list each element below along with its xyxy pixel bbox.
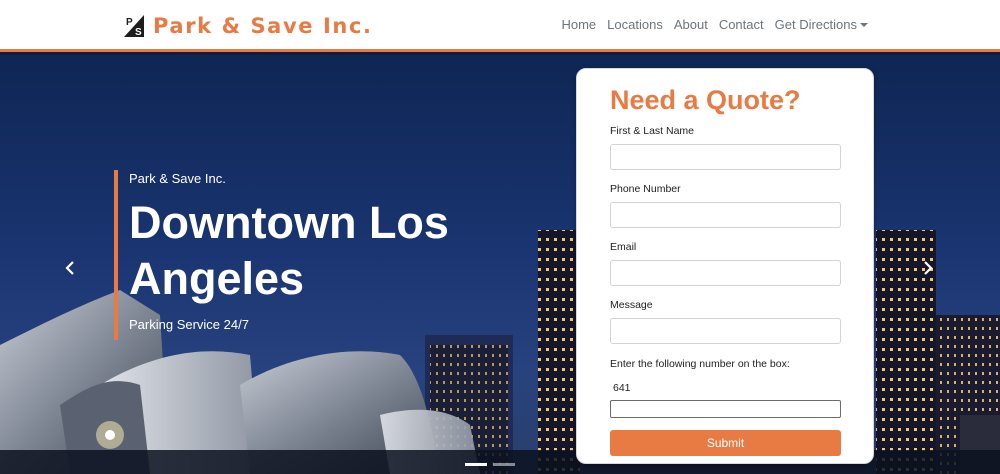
message-input[interactable]: [610, 318, 841, 344]
hero-title: Downtown Los Angeles: [129, 197, 449, 304]
nav-link-about[interactable]: About: [674, 17, 708, 32]
name-input[interactable]: [610, 144, 841, 170]
carousel-indicators: [465, 463, 521, 466]
captcha-code: 641: [613, 382, 631, 394]
quote-title: Need a Quote?: [610, 85, 801, 115]
brand-name: Park & Save Inc.: [153, 14, 373, 38]
caret-down-icon: [860, 23, 868, 27]
chevron-left-icon: [65, 261, 74, 275]
nav-dropdown-get-directions[interactable]: Get Directions: [775, 17, 868, 32]
captcha-input[interactable]: [610, 400, 841, 418]
carousel-indicator[interactable]: [465, 463, 487, 466]
main-nav: Home Locations About Contact Get Directi…: [550, 17, 868, 32]
name-label: First & Last Name: [610, 125, 695, 137]
nav-link-locations[interactable]: Locations: [607, 17, 663, 32]
nav-link-contact[interactable]: Contact: [719, 17, 764, 32]
phone-label: Phone Number: [610, 183, 681, 195]
email-label: Email: [610, 241, 637, 253]
brand-logo-icon: P S: [124, 15, 144, 37]
submit-button[interactable]: Submit: [610, 430, 841, 456]
nav-link-home[interactable]: Home: [561, 17, 596, 32]
svg-text:P: P: [126, 17, 133, 28]
carousel-indicator[interactable]: [493, 463, 515, 466]
carousel-next-button[interactable]: [918, 255, 938, 281]
navbar: P S Park & Save Inc. Home Locations Abou…: [0, 0, 1000, 52]
hero-caption: Park & Save Inc. Downtown Los Angeles Pa…: [114, 170, 484, 340]
hero-subtitle: Parking Service 24/7: [129, 317, 249, 332]
phone-input[interactable]: [610, 202, 841, 228]
nav-dropdown-label: Get Directions: [774, 17, 857, 32]
brand[interactable]: P S Park & Save Inc.: [124, 12, 373, 40]
hero-kicker: Park & Save Inc.: [129, 171, 226, 186]
quote-form: Need a Quote? First & Last Name Phone Nu…: [576, 68, 874, 464]
svg-text:S: S: [135, 27, 142, 37]
chevron-right-icon: [924, 261, 933, 275]
message-label: Message: [610, 299, 653, 311]
carousel-prev-button[interactable]: [60, 255, 80, 281]
email-input[interactable]: [610, 260, 841, 286]
captcha-label: Enter the following number on the box:: [610, 358, 790, 370]
